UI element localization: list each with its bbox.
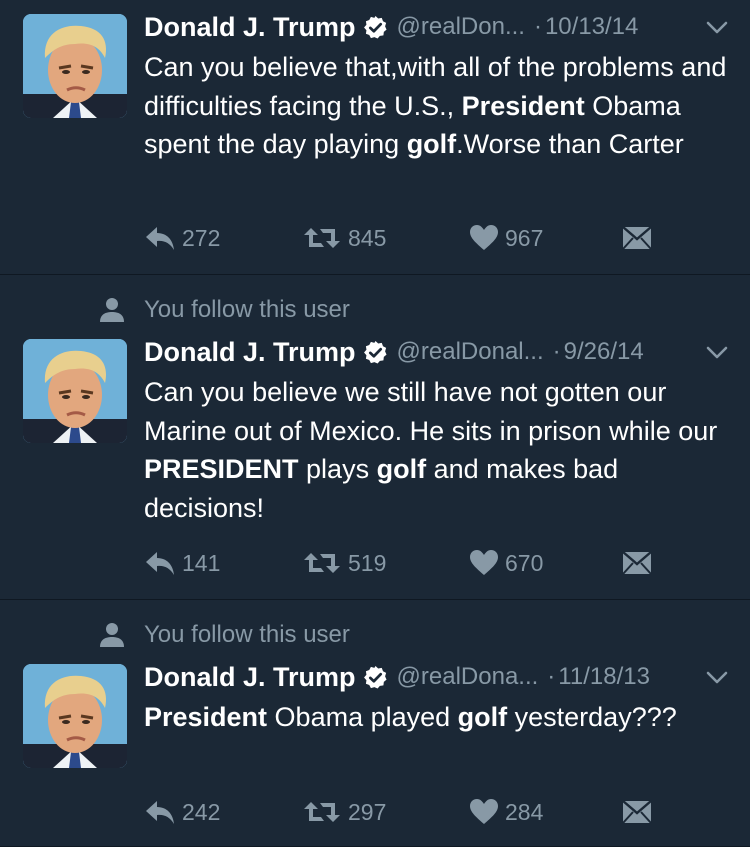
tweet-text-segment: Can you believe we still have not gotten… bbox=[144, 377, 718, 446]
chevron-down-icon[interactable] bbox=[706, 21, 728, 35]
tweet[interactable]: You follow this user Donald J. Trump @re… bbox=[0, 275, 750, 600]
like-button[interactable]: 967 bbox=[469, 223, 543, 253]
retweet-icon bbox=[302, 798, 342, 826]
retweet-count: 519 bbox=[348, 549, 387, 576]
tweet-text-segment: .Worse than Carter bbox=[456, 129, 684, 159]
tweet-text-bold: golf bbox=[376, 454, 427, 484]
author-name[interactable]: Donald J. Trump bbox=[144, 337, 356, 368]
tweet-actions: 242 297 284 bbox=[144, 797, 664, 827]
tweet-header: Donald J. Trump @realDonal... · 9/26/14 bbox=[144, 336, 734, 368]
like-button[interactable]: 670 bbox=[469, 548, 543, 578]
tweet-actions: 272 845 967 bbox=[144, 223, 664, 253]
reply-count: 242 bbox=[182, 798, 221, 825]
direct-message-icon bbox=[622, 225, 652, 251]
tweet-text-bold: President bbox=[144, 702, 268, 732]
tweet-text-segment: Obama played bbox=[267, 702, 458, 732]
tweet-date[interactable]: 10/13/14 bbox=[545, 13, 638, 41]
retweet-button[interactable]: 519 bbox=[302, 548, 386, 578]
direct-message-button[interactable] bbox=[622, 223, 652, 253]
tweet-date[interactable]: 11/18/13 bbox=[558, 663, 650, 691]
tweet-header: Donald J. Trump @realDon... · 10/13/14 bbox=[144, 11, 734, 43]
chevron-down-icon[interactable] bbox=[706, 346, 728, 360]
tweet-actions: 141 519 670 bbox=[144, 548, 664, 578]
like-count: 284 bbox=[505, 798, 544, 825]
reply-button[interactable]: 242 bbox=[144, 797, 220, 827]
tweet[interactable]: Donald J. Trump @realDon... · 10/13/14 C… bbox=[0, 0, 750, 275]
separator-dot: · bbox=[552, 338, 561, 365]
separator-dot: · bbox=[547, 663, 556, 690]
social-context-label: You follow this user bbox=[144, 621, 350, 648]
like-count: 670 bbox=[505, 549, 544, 576]
heart-icon bbox=[469, 798, 499, 826]
retweet-count: 297 bbox=[348, 798, 387, 825]
direct-message-icon bbox=[622, 550, 652, 576]
direct-message-icon bbox=[622, 799, 652, 825]
author-handle[interactable]: @realDon... bbox=[397, 13, 525, 41]
retweet-count: 845 bbox=[348, 224, 387, 251]
reply-button[interactable]: 141 bbox=[144, 548, 220, 578]
author-name[interactable]: Donald J. Trump bbox=[144, 12, 356, 43]
tweet-text-segment: plays bbox=[298, 454, 377, 484]
tweet-text-bold: golf bbox=[457, 702, 508, 732]
tweet-text-bold: golf bbox=[406, 129, 457, 159]
reply-count: 272 bbox=[182, 224, 221, 251]
tweet-text-bold: President bbox=[461, 90, 585, 121]
author-handle[interactable]: @realDona... bbox=[397, 663, 539, 691]
tweet-header: Donald J. Trump @realDona... · 11/18/13 bbox=[144, 661, 734, 693]
like-count: 967 bbox=[505, 224, 544, 251]
author-handle[interactable]: @realDonal... bbox=[397, 338, 544, 366]
retweet-icon bbox=[302, 549, 342, 577]
reply-button[interactable]: 272 bbox=[144, 223, 220, 253]
reply-icon bbox=[144, 549, 176, 577]
avatar[interactable] bbox=[23, 664, 127, 768]
social-context-label: You follow this user bbox=[144, 296, 350, 323]
like-button[interactable]: 284 bbox=[469, 797, 543, 827]
retweet-icon bbox=[302, 224, 342, 252]
chevron-down-icon[interactable] bbox=[706, 671, 728, 685]
tweet-text: President Obama played golf yesterday??? bbox=[144, 698, 734, 737]
reply-icon bbox=[144, 798, 176, 826]
retweet-button[interactable]: 297 bbox=[302, 797, 386, 827]
heart-icon bbox=[469, 224, 499, 252]
avatar[interactable] bbox=[23, 14, 127, 118]
social-context: You follow this user bbox=[98, 620, 350, 650]
verified-badge-icon bbox=[363, 665, 388, 690]
tweet-date[interactable]: 9/26/14 bbox=[564, 338, 644, 366]
tweet-text-segment: yesterday??? bbox=[507, 702, 677, 732]
verified-badge-icon bbox=[363, 340, 388, 365]
author-name[interactable]: Donald J. Trump bbox=[144, 662, 356, 693]
person-icon bbox=[98, 296, 126, 324]
social-context: You follow this user bbox=[98, 295, 350, 325]
direct-message-button[interactable] bbox=[622, 548, 652, 578]
direct-message-button[interactable] bbox=[622, 797, 652, 827]
retweet-button[interactable]: 845 bbox=[302, 223, 386, 253]
tweet-text: Can you believe we still have not gotten… bbox=[144, 373, 734, 527]
reply-icon bbox=[144, 224, 176, 252]
heart-icon bbox=[469, 549, 499, 577]
verified-badge-icon bbox=[363, 15, 388, 40]
separator-dot: · bbox=[533, 13, 542, 40]
tweet-text-bold: PRESIDENT bbox=[144, 454, 299, 484]
person-icon bbox=[98, 621, 126, 649]
reply-count: 141 bbox=[182, 549, 221, 576]
tweet-text: Can you believe that,with all of the pro… bbox=[144, 48, 734, 164]
avatar[interactable] bbox=[23, 339, 127, 443]
tweet[interactable]: You follow this user Donald J. Trump @re… bbox=[0, 600, 750, 847]
